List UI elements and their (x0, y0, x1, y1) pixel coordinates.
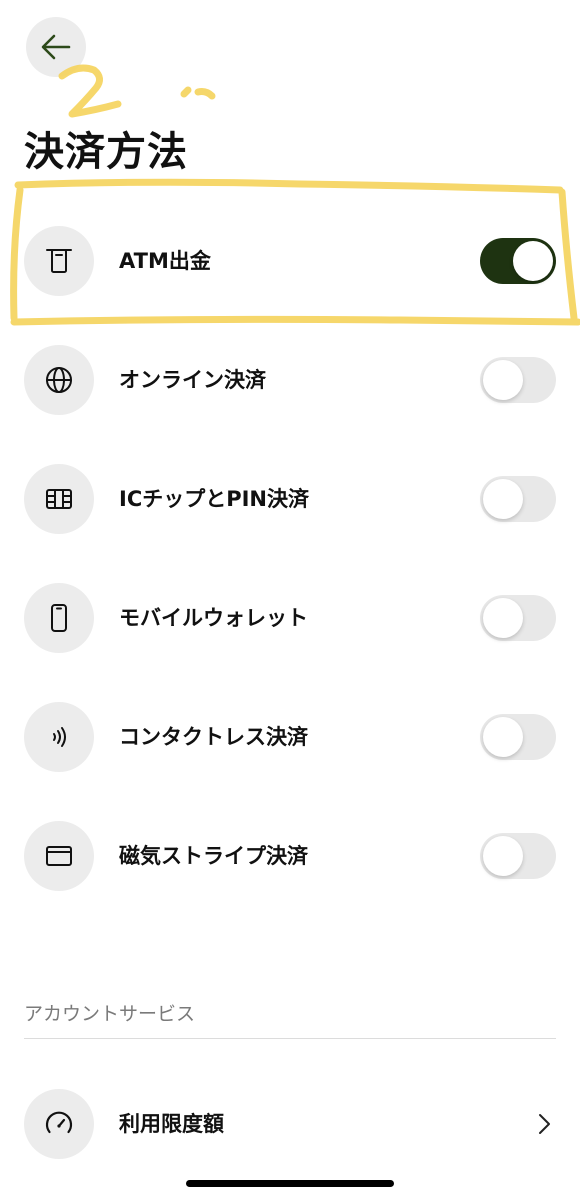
toggle-knob (483, 836, 523, 876)
gauge-icon (24, 1089, 94, 1159)
payment-method-label: 磁気ストライプ決済 (119, 844, 308, 868)
mobile-wallet-toggle[interactable] (480, 595, 556, 641)
contactless-payment-toggle[interactable] (480, 714, 556, 760)
toggle-knob (483, 598, 523, 638)
toggle-knob (483, 360, 523, 400)
chip-pin-payment-toggle[interactable] (480, 476, 556, 522)
globe-icon (24, 345, 94, 415)
payment-method-row-atm: ATM出金 (0, 226, 580, 302)
account-service-label: 利用限度額 (119, 1112, 224, 1136)
account-service-row-limits[interactable]: 利用限度額 (0, 1089, 580, 1165)
home-indicator (186, 1180, 394, 1187)
payment-method-label: モバイルウォレット (119, 606, 308, 630)
payment-method-row-online: オンライン決済 (0, 345, 580, 421)
payment-method-label: ATM出金 (119, 249, 211, 273)
section-label-account-services: アカウントサービス (24, 1003, 196, 1025)
payment-method-label: コンタクトレス決済 (119, 725, 308, 749)
section-divider (24, 1038, 556, 1039)
payment-method-row-chip-pin: ICチップとPIN決済 (0, 464, 580, 540)
chip-card-icon (24, 464, 94, 534)
smartphone-icon (24, 583, 94, 653)
magstripe-payment-toggle[interactable] (480, 833, 556, 879)
online-payment-toggle[interactable] (480, 357, 556, 403)
payment-method-row-contactless: コンタクトレス決済 (0, 702, 580, 778)
toggle-knob (483, 717, 523, 757)
page-title: 決済方法 (24, 129, 188, 175)
toggle-knob (483, 479, 523, 519)
payment-method-label: ICチップとPIN決済 (119, 487, 310, 511)
atm-withdrawal-toggle[interactable] (480, 238, 556, 284)
payment-method-row-mobile-wallet: モバイルウォレット (0, 583, 580, 659)
payment-method-label: オンライン決済 (119, 368, 266, 392)
back-button[interactable] (26, 17, 86, 77)
card-icon (24, 821, 94, 891)
payment-method-row-magstripe: 磁気ストライプ決済 (0, 821, 580, 897)
atm-icon (24, 226, 94, 296)
toggle-knob (513, 241, 553, 281)
arrow-left-icon (41, 34, 71, 60)
contactless-icon (24, 702, 94, 772)
chevron-right-icon (539, 1114, 550, 1134)
